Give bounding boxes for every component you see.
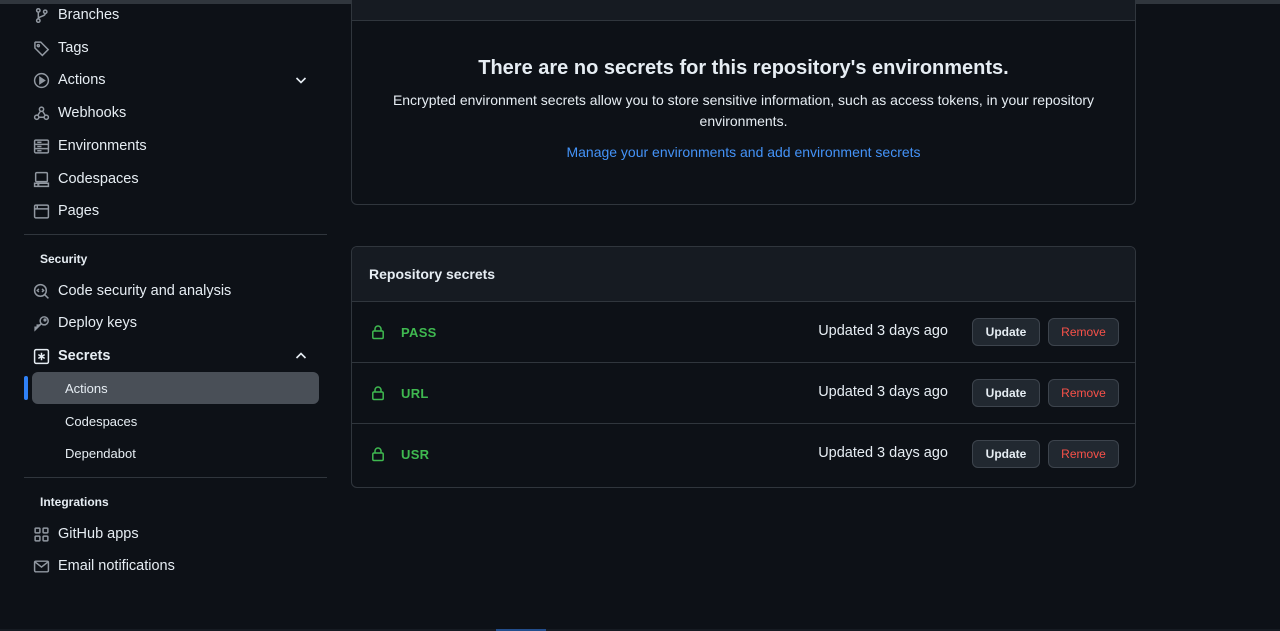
- repository-secrets-header: Repository secrets: [352, 247, 1135, 302]
- sidebar-item-codespaces[interactable]: Codespaces: [32, 164, 319, 194]
- sidebar-item-environments[interactable]: Environments: [32, 131, 319, 161]
- remove-secret-button[interactable]: Remove: [1048, 379, 1119, 407]
- browser-icon: [32, 202, 50, 220]
- sidebar-item-secrets[interactable]: Secrets: [32, 341, 319, 371]
- blankslate-description: Encrypted environment secrets allow you …: [392, 92, 1095, 129]
- secret-updated-time: Updated 3 days ago: [818, 445, 948, 461]
- sidebar-item-label: Actions: [65, 380, 108, 396]
- sidebar-item-label: Codespaces: [65, 413, 138, 429]
- blankslate-title: There are no secrets for this repository…: [478, 57, 1009, 79]
- sidebar-item-pages[interactable]: Pages: [32, 196, 319, 226]
- sidebar-item-label: Environments: [58, 138, 147, 154]
- secret-updated-time: Updated 3 days ago: [818, 384, 948, 400]
- update-secret-button[interactable]: Update: [972, 440, 1040, 468]
- mail-icon: [32, 557, 50, 575]
- chevron-down-icon[interactable]: [293, 72, 309, 88]
- secret-updated-time: Updated 3 days ago: [818, 323, 948, 339]
- active-item-marker: [24, 376, 28, 400]
- sidebar-item-code-security[interactable]: Code security and analysis: [32, 276, 319, 306]
- webhook-icon: [32, 104, 50, 122]
- repository-secrets-box: Repository secrets PASS Updated 3 days a…: [351, 246, 1136, 488]
- sidebar-item-deploy-keys[interactable]: Deploy keys: [32, 308, 319, 338]
- codescan-icon: [32, 282, 50, 300]
- apps-icon: [32, 525, 50, 543]
- sidebar-item-label: Tags: [58, 40, 89, 56]
- secret-row: URL Updated 3 days ago Update Remove: [352, 363, 1135, 424]
- sidebar-item-branches[interactable]: Branches: [32, 0, 319, 30]
- sidebar-divider: [24, 477, 327, 478]
- chevron-up-icon[interactable]: [293, 348, 309, 364]
- sidebar-item-label: Code security and analysis: [58, 283, 232, 299]
- environment-secrets-header: [352, 0, 1135, 21]
- lock-icon: [372, 325, 384, 340]
- sidebar-item-label: Dependabot: [65, 445, 136, 461]
- sidebar-item-label: Branches: [58, 7, 120, 23]
- secret-row: PASS Updated 3 days ago Update Remove: [352, 302, 1135, 363]
- update-secret-button[interactable]: Update: [972, 379, 1040, 407]
- sidebar-item-label: Email notifications: [58, 558, 175, 574]
- sidebar-item-label: Actions: [58, 72, 106, 88]
- sidebar-item-tags[interactable]: Tags: [32, 33, 319, 63]
- secret-name: PASS: [401, 325, 437, 340]
- sidebar-subitem-secrets-codespaces[interactable]: Codespaces: [32, 405, 319, 437]
- sidebar-item-webhooks[interactable]: Webhooks: [32, 98, 319, 128]
- sidebar-subitem-secrets-actions[interactable]: Actions: [32, 372, 319, 404]
- environment-secrets-box: There are no secrets for this repository…: [351, 0, 1136, 205]
- lock-icon: [372, 447, 384, 462]
- secret-name: USR: [401, 447, 430, 462]
- secret-row: USR Updated 3 days ago Update Remove: [352, 424, 1135, 485]
- sidebar-item-label: Codespaces: [58, 171, 139, 187]
- sidebar-divider: [24, 234, 327, 235]
- lock-icon: [372, 386, 384, 401]
- security-heading: Security: [40, 252, 88, 266]
- secret-name: URL: [401, 386, 429, 401]
- sidebar-item-label: Pages: [58, 203, 100, 219]
- sidebar-item-label: Deploy keys: [58, 315, 137, 331]
- sidebar-item-github-apps[interactable]: GitHub apps: [32, 519, 319, 549]
- codespaces-icon: [32, 170, 50, 188]
- git-branch-icon: [32, 6, 50, 24]
- remove-secret-button[interactable]: Remove: [1048, 318, 1119, 346]
- sidebar-item-email-notifications[interactable]: Email notifications: [32, 551, 319, 581]
- sidebar-subitem-secrets-dependabot[interactable]: Dependabot: [32, 437, 319, 469]
- server-icon: [32, 137, 50, 155]
- key-icon: [32, 314, 50, 332]
- play-icon: [32, 71, 50, 89]
- asterisk-icon: [32, 347, 50, 365]
- sidebar-item-actions[interactable]: Actions: [32, 65, 319, 95]
- repository-secrets-title: Repository secrets: [369, 266, 496, 282]
- sidebar-item-label: Secrets: [58, 348, 111, 364]
- tag-icon: [32, 39, 50, 57]
- settings-sidebar: Branches Tags Actions Webhooks Environme…: [24, 0, 327, 631]
- integrations-heading: Integrations: [40, 495, 109, 509]
- manage-environments-link[interactable]: Manage your environments and add environ…: [352, 144, 1135, 160]
- sidebar-item-label: Webhooks: [58, 105, 127, 121]
- update-secret-button[interactable]: Update: [972, 318, 1040, 346]
- sidebar-item-label: GitHub apps: [58, 526, 139, 542]
- remove-secret-button[interactable]: Remove: [1048, 440, 1119, 468]
